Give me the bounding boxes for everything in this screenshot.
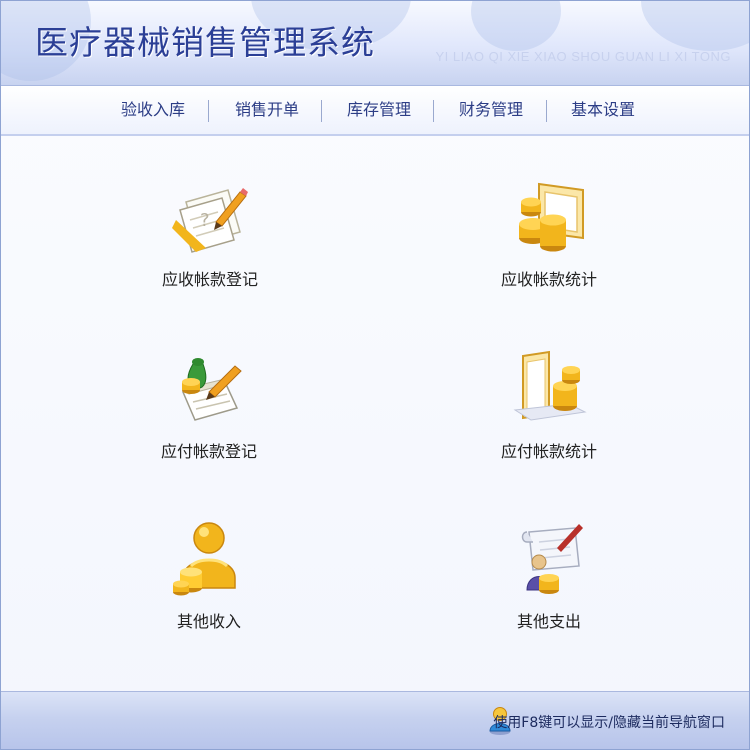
- nav-item-sales[interactable]: 销售开单: [235, 98, 299, 122]
- nav-item-settings[interactable]: 基本设置: [571, 98, 635, 122]
- nav-item-finance[interactable]: 财务管理: [459, 98, 523, 122]
- document-coins-icon: [521, 524, 583, 594]
- tile-payable-register[interactable]: 应付帐款登记: [129, 348, 289, 462]
- nav-separator: [546, 100, 547, 122]
- f8-toggle-hint: 使用F8键可以显示/隐藏当前导航窗口: [493, 715, 725, 731]
- tile-label: 其他收入: [176, 612, 241, 631]
- nav-item-inventory[interactable]: 库存管理: [347, 98, 411, 122]
- app-window: 医疗器械销售管理系统 YI LIAO QI XIE XIAO SHOU GUAN…: [0, 0, 750, 750]
- finance-panel: ? 应收帐款登记 应收帐款统计 应付帐款登记 应付帐款统计 其他收入 其他支出: [1, 136, 749, 691]
- tile-other-expense[interactable]: 其他支出: [469, 518, 629, 632]
- header-banner: 医疗器械销售管理系统 YI LIAO QI XIE XIAO SHOU GUAN…: [1, 1, 749, 86]
- svg-text:?: ?: [200, 210, 210, 231]
- nav-item-acceptance[interactable]: 验收入库: [121, 98, 185, 122]
- coins-chart-icon: [513, 350, 587, 421]
- nav-separator: [433, 100, 434, 122]
- app-title-pinyin: YI LIAO QI XIE XIAO SHOU GUAN LI XI TONG: [435, 49, 731, 64]
- tile-other-income[interactable]: 其他收入: [129, 518, 289, 632]
- top-nav: 验收入库 销售开单 库存管理 财务管理 基本设置: [1, 86, 749, 136]
- tile-label: 应付帐款统计: [500, 442, 597, 461]
- tile-label: 应付帐款登记: [160, 442, 257, 461]
- tile-payable-stats[interactable]: 应付帐款统计: [469, 348, 629, 462]
- person-coins-icon: [173, 522, 236, 596]
- nav-separator: [208, 100, 209, 122]
- app-title: 医疗器械销售管理系统: [35, 23, 375, 62]
- tile-label: 应收帐款登记: [161, 270, 258, 289]
- tile-receivable-register[interactable]: ? 应收帐款登记: [130, 176, 290, 290]
- tile-label: 其他支出: [516, 612, 581, 631]
- status-bar: 使用F8键可以显示/隐藏当前导航窗口: [1, 691, 749, 749]
- money-bag-notepad-icon: [181, 358, 242, 421]
- tile-receivable-stats[interactable]: 应收帐款统计: [469, 176, 629, 290]
- nav-separator: [321, 100, 322, 122]
- notebook-pencil-icon: ?: [172, 188, 248, 253]
- tile-label: 应收帐款统计: [500, 270, 597, 289]
- coins-card-icon: [519, 182, 584, 252]
